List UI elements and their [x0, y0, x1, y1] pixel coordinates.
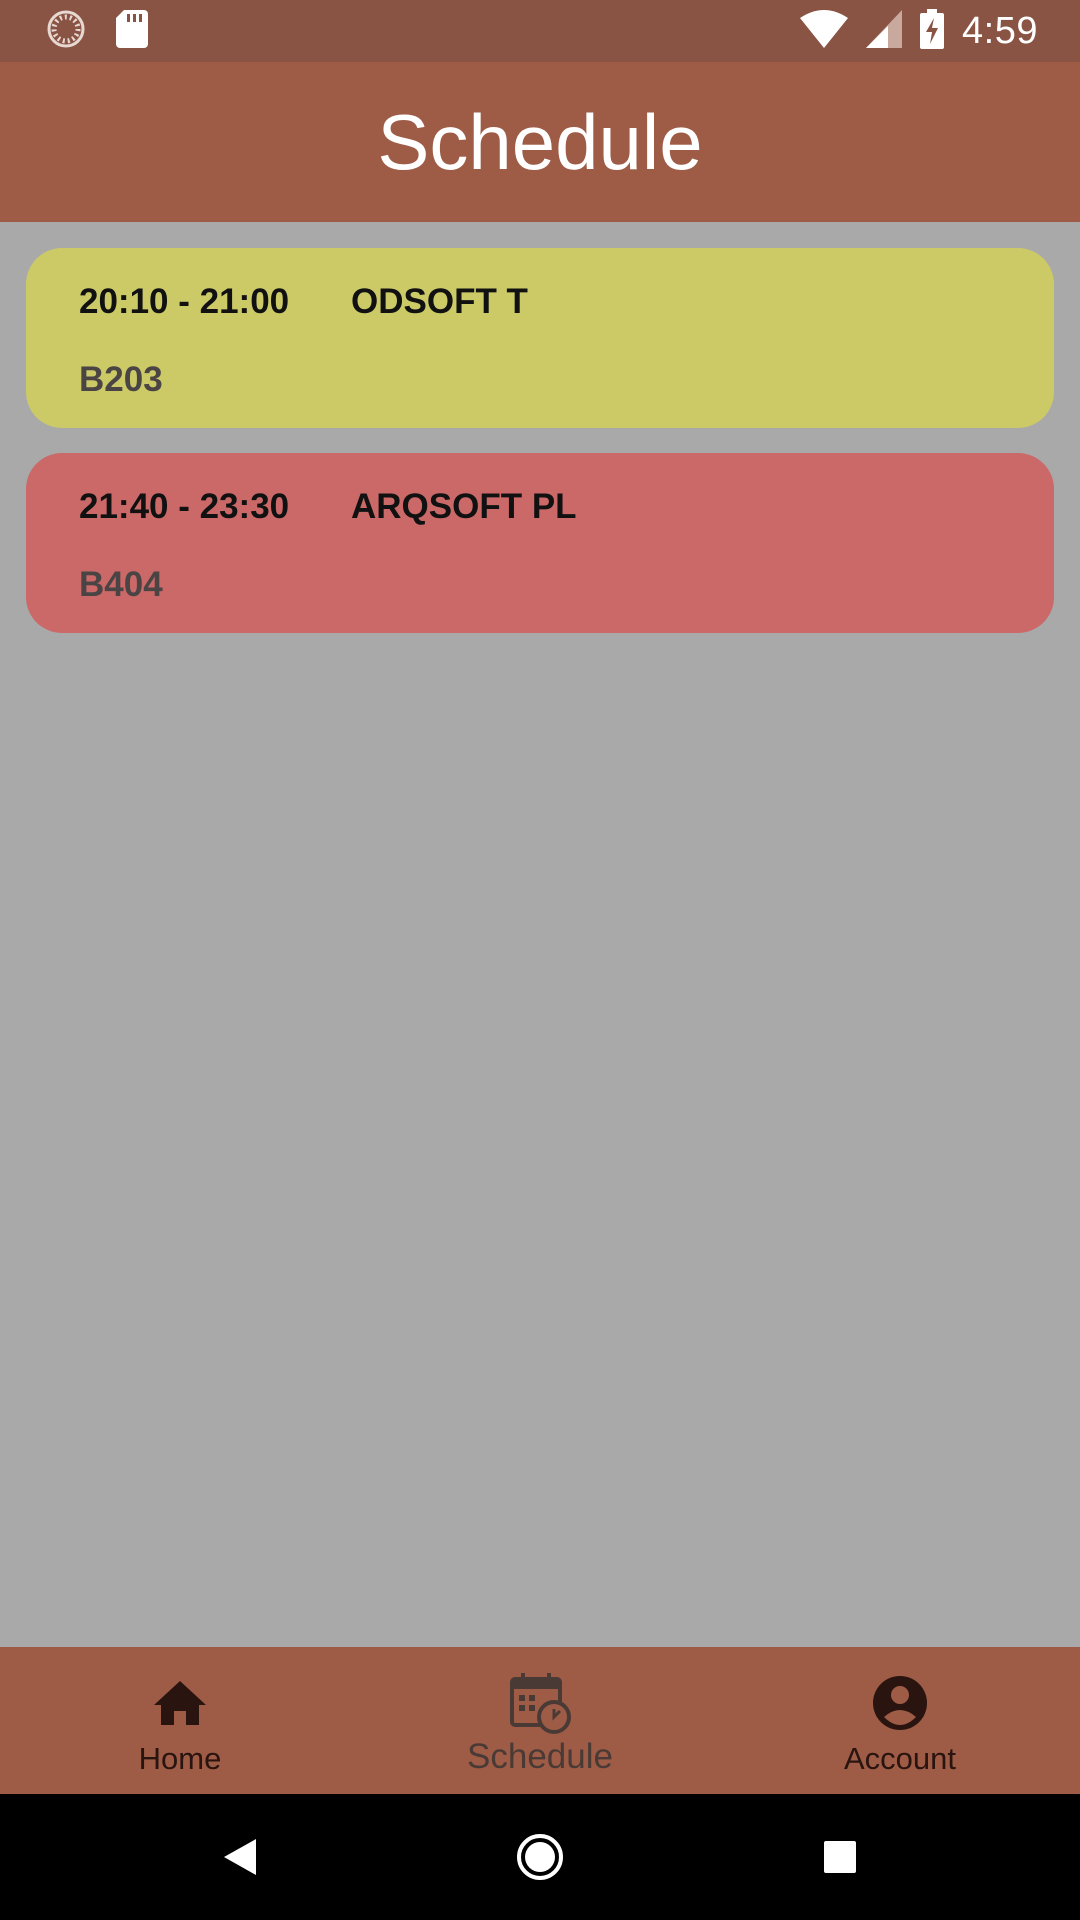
schedule-card[interactable]: 20:10 - 21:00 ODSOFT T B203 — [26, 248, 1054, 428]
home-circle-icon[interactable] — [390, 1833, 690, 1881]
class-name: ODSOFT T — [351, 282, 528, 321]
system-navigation-bar — [0, 1794, 1080, 1920]
nav-home-label: Home — [138, 1741, 222, 1776]
status-time: 4:59 — [962, 9, 1038, 52]
bottom-navigation: Home Schedule Account — [0, 1647, 1080, 1794]
app-bar: Schedule — [0, 62, 1080, 222]
schedule-list: 20:10 - 21:00 ODSOFT T B203 21:40 - 23:3… — [0, 222, 1080, 1647]
wifi-icon — [800, 9, 849, 53]
nav-schedule-label: Schedule — [467, 1737, 613, 1776]
class-room: B203 — [79, 360, 163, 399]
signal-icon — [866, 9, 903, 53]
back-icon[interactable] — [90, 1837, 390, 1877]
nav-account[interactable]: Account — [720, 1647, 1080, 1794]
class-name: ARQSOFT PL — [351, 487, 577, 526]
schedule-card[interactable]: 21:40 - 23:30 ARQSOFT PL B404 — [26, 453, 1054, 633]
home-icon — [152, 1673, 208, 1733]
nav-home[interactable]: Home — [0, 1647, 360, 1794]
nav-schedule[interactable]: Schedule — [360, 1647, 720, 1794]
class-time: 20:10 - 21:00 — [79, 282, 290, 321]
recents-icon[interactable] — [690, 1839, 990, 1875]
sd-card-icon — [116, 9, 148, 53]
status-bar: 4:59 — [0, 0, 1080, 62]
account-circle-icon — [872, 1673, 928, 1733]
nav-account-label: Account — [843, 1741, 956, 1776]
loading-spinner-icon — [46, 9, 86, 54]
page-title: Schedule — [377, 97, 703, 186]
class-time: 21:40 - 23:30 — [79, 487, 290, 526]
calendar-clock-icon — [508, 1673, 572, 1734]
battery-charging-icon — [920, 8, 945, 54]
class-room: B404 — [79, 565, 163, 604]
